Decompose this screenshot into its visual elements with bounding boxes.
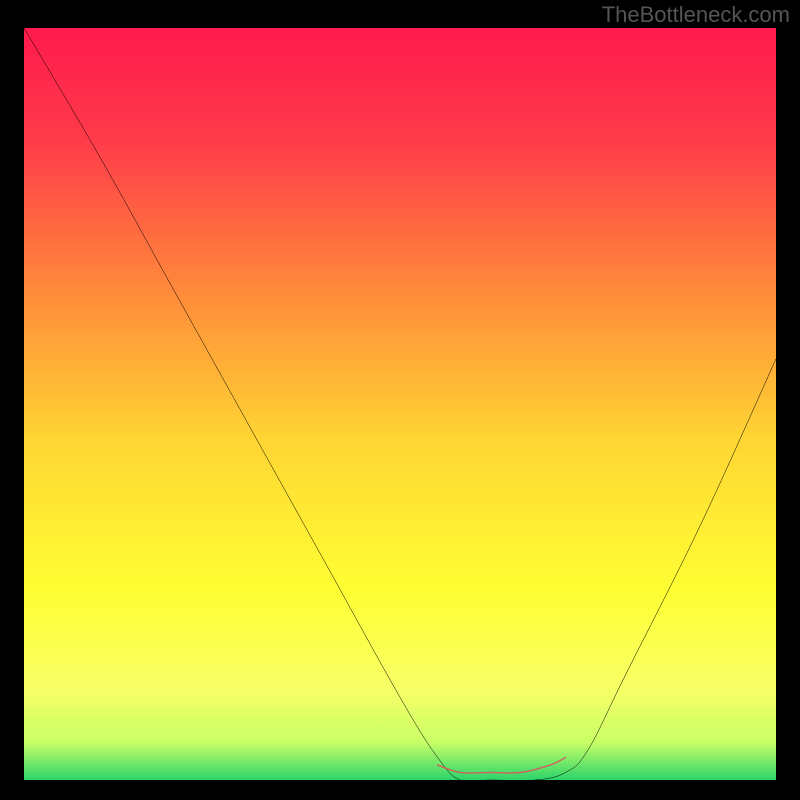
gradient-background: [24, 28, 776, 780]
bottleneck-chart: [24, 28, 776, 780]
attribution-label: TheBottleneck.com: [602, 2, 790, 28]
